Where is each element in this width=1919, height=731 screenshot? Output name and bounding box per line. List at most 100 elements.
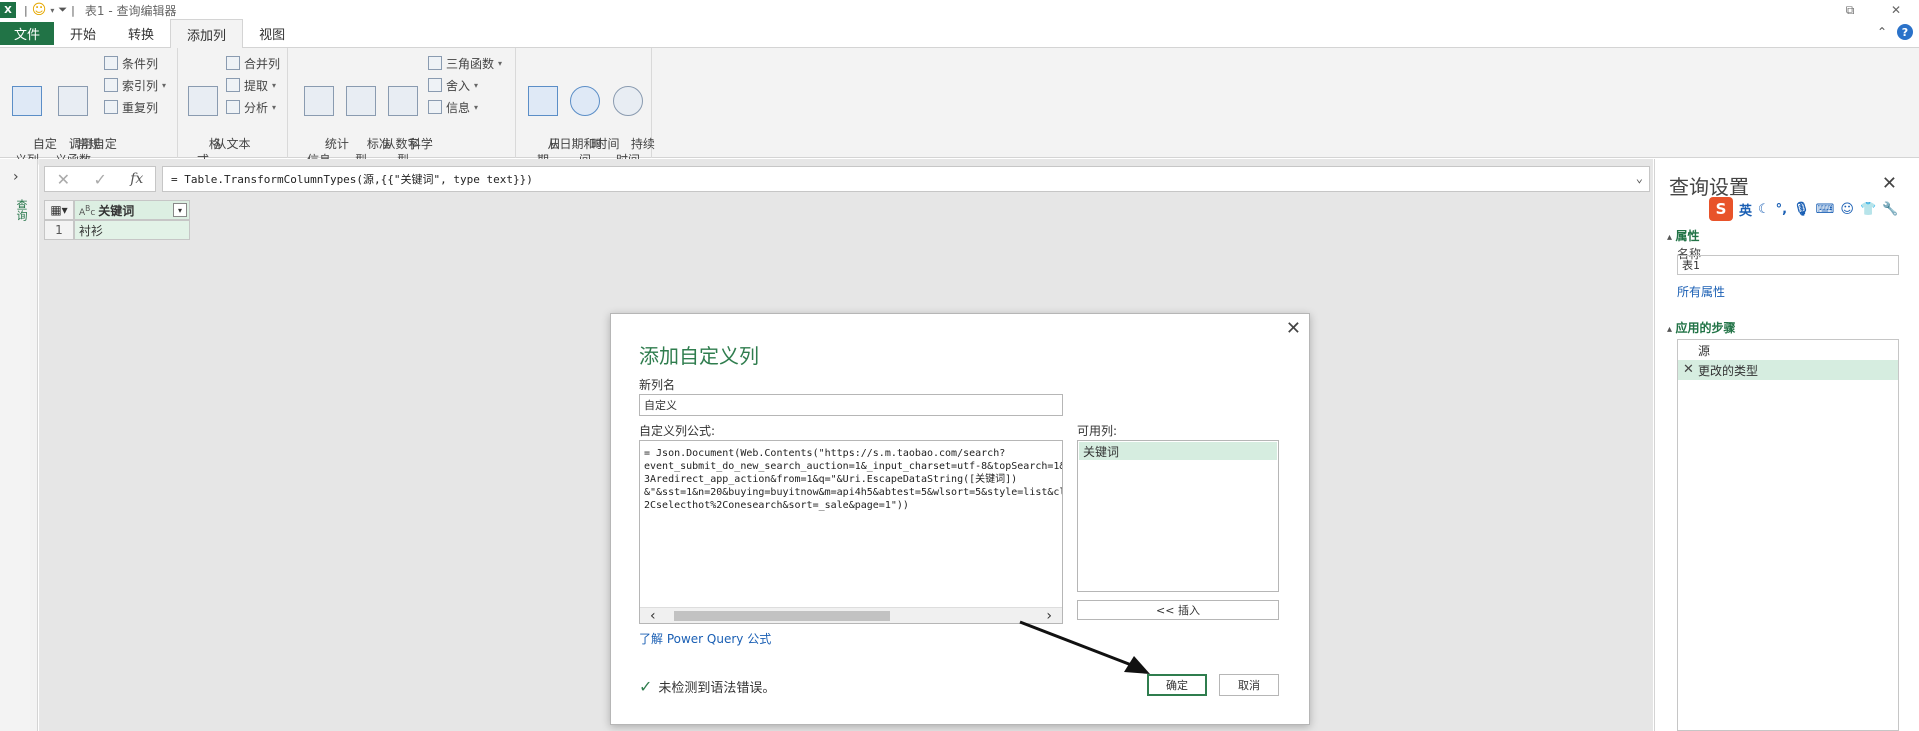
new-column-name-input[interactable]: 自定义 [639,394,1063,416]
power-icon [388,86,418,116]
calendar-icon [528,86,558,116]
close-icon[interactable]: ✕ [1873,0,1919,20]
ok-button[interactable]: 确定 [1147,674,1207,696]
text-type-icon[interactable]: ABc [79,204,95,218]
extract-icon [226,78,240,92]
queries-label: 查询 [15,199,28,221]
group-from-datetime: 日 期 时 间 持续 时间 从日期和时间 [516,48,655,167]
ime-toolbar: S 英 ☾ °, 🎙 ⌨ ☺ 👕 🔧 [1709,197,1919,221]
ime-language[interactable]: 英 [1739,200,1752,219]
fx-icon[interactable]: fx [130,171,143,187]
formula-input[interactable]: = Table.TransformColumnTypes(源,{{"关键词", … [162,166,1650,192]
duplicate-column-button[interactable]: 重复列 [104,98,158,116]
index-column-icon [104,78,118,92]
pane-title: 查询设置 [1669,175,1749,199]
tab-view[interactable]: 视图 [243,19,301,47]
scrollbar-thumb[interactable] [674,611,890,621]
query-settings-pane: 查询设置 ✕ S 英 ☾ °, 🎙 ⌨ ☺ 👕 🔧 属性 名称 表1 所有属性 … [1654,159,1919,731]
new-column-name-label: 新列名 [639,378,676,392]
formula-bar: ✕ ✓ fx = Table.TransformColumnTypes(源,{{… [44,166,1650,192]
microphone-icon[interactable]: 🎙 [1793,202,1810,217]
trigonometry-button[interactable]: 三角函数 ▾ [428,54,502,72]
insert-button[interactable]: << 插入 [1077,600,1279,620]
filter-dropdown-icon[interactable]: ▾ [173,203,187,217]
tab-transform[interactable]: 转换 [112,19,170,47]
formula-editor[interactable]: = Json.Document(Web.Contents("https://s.… [639,440,1063,624]
commit-formula-icon[interactable]: ✓ [93,170,106,189]
divider: | [24,3,28,17]
title-bar: X | ☺ ▾ ⏷ | 表1 - 查询编辑器 ⧉ ✕ [0,0,1919,20]
moon-icon[interactable]: ☾ [1758,202,1770,217]
extract-button[interactable]: 提取 ▾ [226,76,276,94]
chevron-down-icon[interactable]: ▾ [50,6,54,15]
table-menu-icon[interactable]: ▦▾ [44,200,74,220]
ribbon: 自定 义列 调用自定 义函数 条件列 索引列 ▾ 重复列 常规 格 式 合并列 [0,48,1919,167]
table-row: 1 衬衫 [44,220,190,240]
formula-label: 自定义列公式: [639,424,716,438]
formula-buttons: ✕ ✓ fx [44,166,156,192]
user-icon[interactable]: ☺ [1840,202,1854,217]
chevron-down-icon: ▾ [272,102,277,112]
custom-column-icon [12,86,42,116]
syntax-status: ✓ 未检测到语法错误。 [639,677,776,696]
merge-columns-button[interactable]: 合并列 [226,54,280,72]
tab-home[interactable]: 开始 [54,19,112,47]
applied-steps-section-header[interactable]: 应用的步骤 [1667,319,1736,336]
learn-power-query-link[interactable]: 了解 Power Query 公式 [639,630,771,647]
delete-step-icon[interactable]: ✕ [1683,362,1694,377]
chevron-down-icon[interactable]: ⌄ [1636,171,1643,185]
keyboard-icon[interactable]: ⌨ [1816,202,1835,217]
collapse-ribbon-icon[interactable]: ⌃ [1877,25,1887,39]
information-button[interactable]: 信息 ▾ [428,98,478,116]
group-label: 从数字 [383,137,420,151]
tab-add-column[interactable]: 添加列 [170,19,244,48]
scroll-left-icon[interactable]: ‹ [650,608,656,623]
window-controls: ⧉ ✕ [1827,0,1919,20]
parse-button[interactable]: 分析 ▾ [226,98,276,116]
group-general: 自定 义列 调用自定 义函数 条件列 索引列 ▾ 重复列 常规 [0,48,178,167]
conditional-column-button[interactable]: 条件列 [104,54,158,72]
cancel-button[interactable]: 取消 [1219,674,1279,696]
smiley-icon[interactable]: ☺ [32,2,47,18]
ribbon-tabs: 文件 开始 转换 添加列 视图 [0,19,1919,48]
restore-icon[interactable]: ⧉ [1827,0,1873,20]
group-label: 常规 [76,137,101,151]
annotation-arrow-icon [1019,620,1150,674]
punctuation-icon[interactable]: °, [1776,202,1787,217]
close-icon[interactable]: ✕ [1882,173,1897,194]
group-label: 从文本 [214,137,251,151]
wrench-icon[interactable]: 🔧 [1882,202,1898,217]
chevron-down-icon: ▾ [498,58,503,68]
column-header[interactable]: ABc 关键词 ▾ [74,200,190,220]
table-cell[interactable]: 衬衫 [74,220,190,240]
triangle-icon [428,56,442,70]
list-item[interactable]: 关键词 [1079,442,1277,460]
sogou-logo-icon[interactable]: S [1709,197,1733,221]
information-icon [428,100,442,114]
help-icon[interactable]: ? [1897,24,1913,40]
query-name-input[interactable]: 表1 [1677,255,1899,275]
close-icon[interactable]: ✕ [1286,318,1301,339]
tab-file[interactable]: 文件 [0,22,55,45]
checkmark-icon: ✓ [639,677,653,696]
list-item[interactable]: ✕ 更改的类型 [1678,360,1898,380]
properties-section-header[interactable]: 属性 [1667,227,1700,244]
rounding-icon [428,78,442,92]
cancel-formula-icon[interactable]: ✕ [57,170,70,189]
horizontal-scrollbar[interactable]: ‹ › [640,607,1062,623]
duplicate-column-icon [104,100,118,114]
all-properties-link[interactable]: 所有属性 [1677,283,1725,300]
stopwatch-icon [613,86,643,116]
window-title: 表1 - 查询编辑器 [84,3,177,18]
grid-header-row: ▦▾ ABc 关键词 ▾ [44,200,190,220]
list-item[interactable]: 源 [1678,340,1898,360]
add-custom-column-dialog: ✕ 添加自定义列 新列名 自定义 自定义列公式: = Json.Document… [610,313,1310,725]
expand-queries-icon[interactable]: › [13,169,19,185]
skin-icon[interactable]: 👕 [1860,202,1876,217]
customize-qat-icon[interactable]: ⏷ [58,3,67,17]
index-column-button[interactable]: 索引列 ▾ [104,76,166,94]
applied-steps-list: 源 ✕ 更改的类型 [1677,339,1899,731]
rounding-button[interactable]: 舍入 ▾ [428,76,478,94]
queries-pane-collapsed[interactable]: › 查询 [0,159,38,731]
available-columns-list: 关键词 [1077,440,1279,592]
